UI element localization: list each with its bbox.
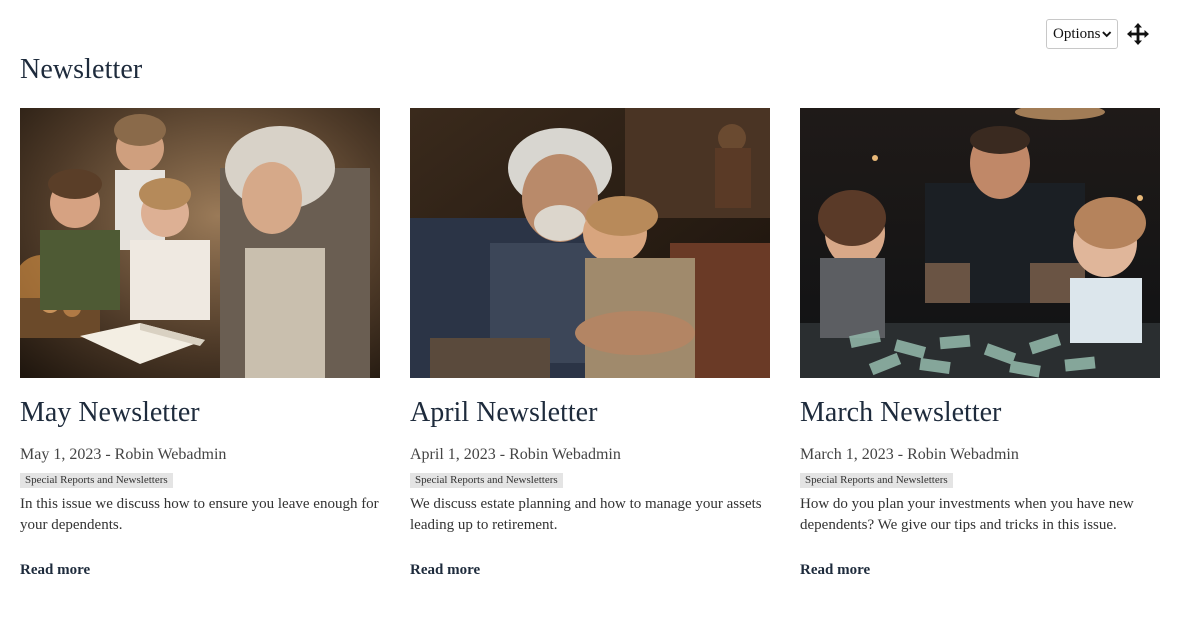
newsletter-card: May Newsletter May 1, 2023 - Robin Webad…: [20, 108, 380, 579]
card-title[interactable]: March Newsletter: [800, 396, 1160, 430]
card-image-grandfather-hug[interactable]: [410, 108, 770, 378]
card-title[interactable]: May Newsletter: [20, 396, 380, 430]
category-tag[interactable]: Special Reports and Newsletters: [20, 473, 173, 488]
newsletter-card: March Newsletter March 1, 2023 - Robin W…: [800, 108, 1160, 579]
card-title[interactable]: April Newsletter: [410, 396, 770, 430]
card-image-family-money[interactable]: [800, 108, 1160, 378]
options-dropdown[interactable]: Options: [1046, 19, 1118, 49]
card-meta: March 1, 2023 - Robin Webadmin: [800, 446, 1019, 463]
page-title: Newsletter: [20, 54, 143, 85]
card-description: We discuss estate planning and how to ma…: [410, 496, 762, 533]
read-more-link[interactable]: Read more: [20, 562, 90, 579]
card-meta: May 1, 2023 - Robin Webadmin: [20, 446, 227, 463]
read-more-link[interactable]: Read more: [410, 562, 480, 579]
newsletter-card: April Newsletter April 1, 2023 - Robin W…: [410, 108, 770, 579]
category-tag[interactable]: Special Reports and Newsletters: [800, 473, 953, 488]
category-tag[interactable]: Special Reports and Newsletters: [410, 473, 563, 488]
read-more-link[interactable]: Read more: [800, 562, 870, 579]
chevron-down-icon: [1101, 31, 1111, 38]
card-description: In this issue we discuss how to ensure y…: [20, 496, 379, 533]
card-image-grandmother-reading[interactable]: [20, 108, 380, 378]
card-description: How do you plan your investments when yo…: [800, 496, 1134, 533]
move-icon[interactable]: [1126, 22, 1150, 46]
newsletter-list: May Newsletter May 1, 2023 - Robin Webad…: [20, 108, 1160, 579]
toolbar: Options: [1046, 19, 1150, 49]
card-meta: April 1, 2023 - Robin Webadmin: [410, 446, 621, 463]
options-label: Options: [1053, 25, 1101, 42]
